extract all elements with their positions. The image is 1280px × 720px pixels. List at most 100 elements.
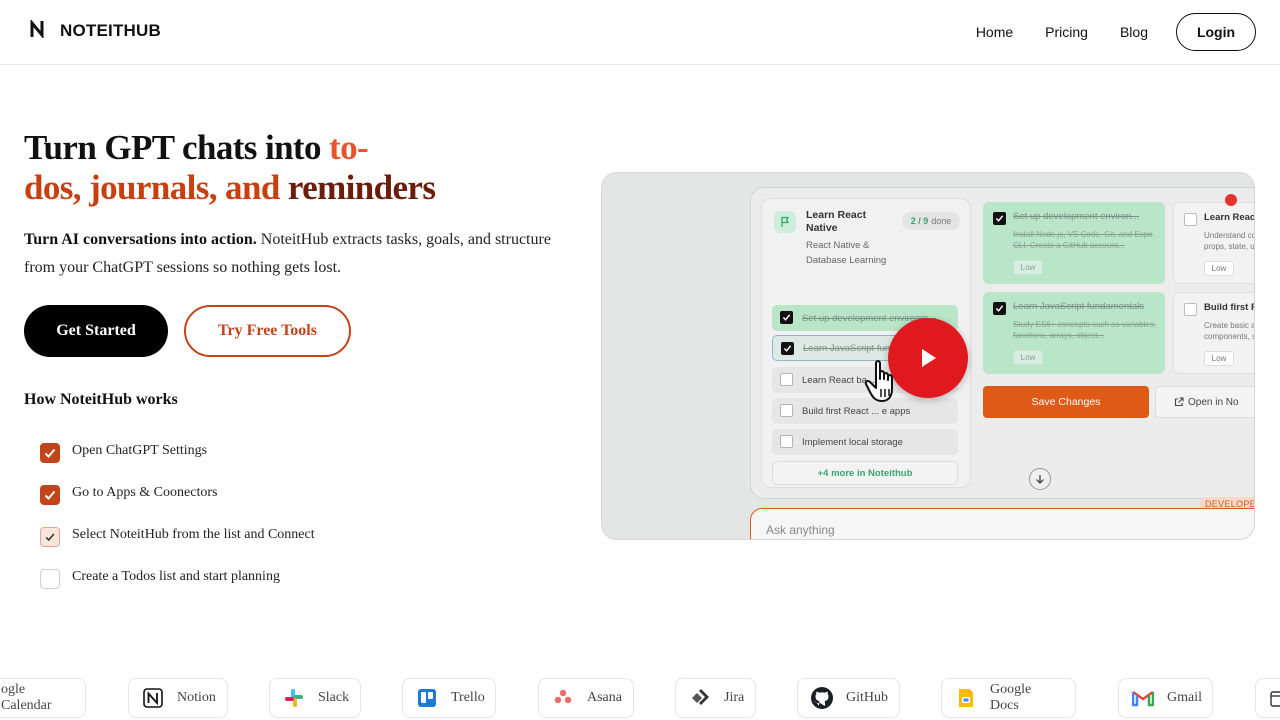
task-card[interactable]: Learn JavaScript fundamentals Study ES6+… <box>983 292 1165 374</box>
logo-mark-icon <box>30 18 46 44</box>
priority-badge: Low <box>1013 350 1043 365</box>
open-in-noteithub-button[interactable]: Open in No <box>1155 386 1254 418</box>
main-nav: Home Pricing Blog Login <box>976 13 1256 51</box>
more-tasks-link[interactable]: +4 more in Noteithub <box>772 461 958 485</box>
google-docs-icon <box>954 686 978 710</box>
checkbox-empty-icon[interactable] <box>40 569 60 589</box>
recording-indicator-icon <box>1225 194 1237 206</box>
step-item: Go to Apps & Coonectors <box>40 474 315 516</box>
integration-label: Gmail <box>1167 690 1202 705</box>
progress-count: 2 / 9 <box>910 216 929 226</box>
step-label: Open ChatGPT Settings <box>72 443 208 458</box>
step-label: Create a Todos list and start planning <box>72 569 280 584</box>
checkbox-checked-icon <box>993 212 1006 225</box>
integration-google-docs[interactable]: Google Docs <box>941 678 1076 718</box>
checkbox-empty-icon <box>780 373 793 386</box>
list-description: React Native & Database Learning <box>806 240 887 266</box>
login-button[interactable]: Login <box>1176 13 1256 51</box>
integration-github[interactable]: GitHub <box>797 678 900 718</box>
progress-badge: 2 / 9 done <box>902 212 960 230</box>
hand-cursor-icon <box>864 359 904 410</box>
calendar-icon <box>1266 686 1280 710</box>
task-label: Learn JavaScript fun... <box>803 342 899 354</box>
open-button-label: Open in No <box>1188 396 1239 408</box>
brand-name: NOTEITHUB <box>60 21 161 40</box>
integration-trello[interactable]: Trello <box>402 678 496 718</box>
checkbox-empty-icon <box>1184 303 1197 316</box>
logo[interactable]: NOTEITHUB <box>30 18 161 44</box>
notion-icon <box>141 686 165 710</box>
task-card[interactable]: Set up development environ... Install No… <box>983 202 1165 284</box>
step-item: Open ChatGPT Settings <box>40 432 315 474</box>
card-description: Study ES6+ concepts such as variables, f… <box>1013 320 1156 340</box>
steps-list: Open ChatGPT Settings Go to Apps & Coone… <box>40 432 315 600</box>
site-header: NOTEITHUB Home Pricing Blog Login <box>0 0 1280 65</box>
integration-jira[interactable]: Jira <box>675 678 756 718</box>
task-card[interactable]: Learn React Understand co props, state, … <box>1173 202 1255 284</box>
hero-title-accent-2: dos, journals, and <box>24 168 288 207</box>
card-title: Set up development environ... <box>1013 211 1140 222</box>
integration-label: Google Docs <box>990 682 1032 713</box>
step-label: Select NoteitHub from the list and Conne… <box>72 527 315 542</box>
task-row[interactable]: Implement local storage <box>772 429 958 455</box>
checkbox-checked-icon[interactable] <box>40 443 60 463</box>
checkbox-empty-icon <box>780 404 793 417</box>
checkbox-checked-icon[interactable] <box>40 485 60 505</box>
hero-title-plain: Turn GPT chats into <box>24 128 330 167</box>
step-item: Create a Todos list and start planning <box>40 558 315 600</box>
how-it-works-title: How NoteitHub works <box>24 391 178 408</box>
priority-badge: Low <box>1204 351 1234 366</box>
integration-notion[interactable]: Notion <box>128 678 228 718</box>
checkbox-empty-icon <box>780 435 793 448</box>
nav-link-blog[interactable]: Blog <box>1120 13 1148 51</box>
integration-partial[interactable] <box>1255 678 1280 718</box>
hero-title-accent-3: reminders <box>287 168 436 207</box>
gmail-icon <box>1131 686 1155 710</box>
integration-label: Jira <box>724 690 745 705</box>
demo-video[interactable]: Learn React Native React Native & Databa… <box>601 172 1255 540</box>
card-description: Understand co props, state, u <box>1204 231 1255 251</box>
checkbox-partial-icon[interactable] <box>40 527 60 547</box>
try-free-tools-button[interactable]: Try Free Tools <box>184 305 351 357</box>
integration-slack[interactable]: Slack <box>269 678 361 718</box>
list-title: Learn React Native <box>806 209 867 234</box>
task-label: Implement local storage <box>802 436 903 448</box>
checkbox-empty-icon <box>1184 213 1197 226</box>
hero-title: Turn GPT chats into to-dos, journals, an… <box>24 128 584 208</box>
hero-subtitle-bold: Turn AI conversations into action. <box>24 231 257 248</box>
card-description: Create basic a components, s <box>1204 321 1255 341</box>
integration-gmail[interactable]: Gmail <box>1118 678 1213 718</box>
card-title: Build first R <box>1204 302 1255 313</box>
nav-link-home[interactable]: Home <box>976 13 1013 51</box>
scroll-down-icon[interactable] <box>1029 468 1051 490</box>
task-card[interactable]: Build first R Create basic a components,… <box>1173 292 1255 374</box>
save-changes-button[interactable]: Save Changes <box>983 386 1149 418</box>
integration-label: Trello <box>451 690 485 705</box>
integration-label: Notion <box>177 690 216 705</box>
asana-icon <box>551 686 575 710</box>
checkbox-checked-icon <box>993 302 1006 315</box>
checkbox-checked-icon <box>780 311 793 324</box>
integration-label: ogle Calendar <box>1 682 52 713</box>
integration-label: GitHub <box>846 690 888 705</box>
step-label: Go to Apps & Coonectors <box>72 485 218 500</box>
hero-subtitle: Turn AI conversations into action. Notei… <box>24 226 569 282</box>
video-app-frame: Learn React Native React Native & Databa… <box>750 187 1255 499</box>
integration-asana[interactable]: Asana <box>538 678 634 718</box>
checkbox-checked-icon <box>781 342 794 355</box>
card-title: Learn React <box>1204 212 1255 223</box>
flag-icon <box>774 211 796 233</box>
hero-title-accent-1: to- <box>329 128 369 167</box>
ask-placeholder: Ask anything <box>766 523 835 537</box>
get-started-button[interactable]: Get Started <box>24 305 168 357</box>
external-link-icon <box>1174 397 1184 410</box>
step-item: Select NoteitHub from the list and Conne… <box>40 516 315 558</box>
github-icon <box>810 686 834 710</box>
priority-badge: Low <box>1204 261 1234 276</box>
priority-badge: Low <box>1013 260 1043 275</box>
jira-icon <box>688 686 712 710</box>
progress-label: done <box>931 216 952 226</box>
integration-google-calendar[interactable]: ogle Calendar <box>0 678 86 718</box>
nav-link-pricing[interactable]: Pricing <box>1045 13 1088 51</box>
trello-icon <box>415 686 439 710</box>
